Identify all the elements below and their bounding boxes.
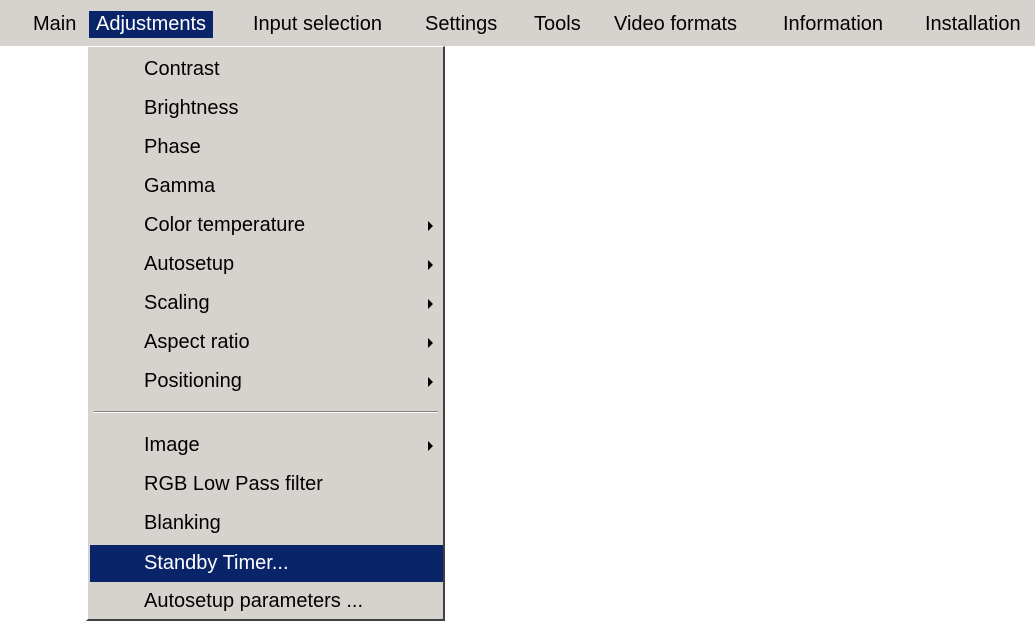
- menu-item-label: Brightness: [144, 97, 239, 119]
- menu-adjustments[interactable]: Adjustments: [89, 11, 214, 38]
- menu-item-label: Autosetup: [144, 253, 235, 275]
- menu-item-label: Gamma: [144, 175, 216, 197]
- submenu-arrow-icon: [428, 221, 433, 231]
- menu-information[interactable]: Information: [776, 11, 890, 38]
- menu-item-positioning[interactable]: Positioning: [90, 364, 443, 398]
- menu-item-label: Autosetup parameters ...: [144, 590, 364, 612]
- menu-item-label: Phase: [144, 136, 201, 158]
- menu-item-label: Blanking: [144, 512, 221, 534]
- menu-main[interactable]: Main: [26, 11, 83, 38]
- menu-item-label: Contrast: [144, 58, 220, 80]
- menu-item-color-temperature[interactable]: Color temperature: [90, 208, 443, 242]
- submenu-arrow-icon: [428, 299, 433, 309]
- menu-item-label: Positioning: [144, 370, 242, 392]
- menu-item-label: Aspect ratio: [144, 331, 250, 353]
- menu-item-gamma[interactable]: Gamma: [90, 169, 443, 203]
- menu-settings[interactable]: Settings: [418, 11, 504, 38]
- menu-item-standby-timer[interactable]: Standby Timer...: [90, 545, 443, 582]
- submenu-arrow-icon: [428, 260, 433, 270]
- menu-bar: Main Adjustments Input selection Setting…: [0, 0, 1035, 46]
- menu-item-autosetup[interactable]: Autosetup: [90, 247, 443, 281]
- menu-item-autosetup-parameters[interactable]: Autosetup parameters ...: [90, 584, 443, 618]
- menu-item-contrast[interactable]: Contrast: [90, 52, 443, 86]
- submenu-arrow-icon: [428, 338, 433, 348]
- menu-item-rgb-low-pass-filter[interactable]: RGB Low Pass filter: [90, 467, 443, 501]
- menu-video-formats[interactable]: Video formats: [607, 11, 744, 38]
- adjustments-dropdown-menu: Contrast Brightness Phase Gamma Color te…: [86, 46, 445, 621]
- menu-installation[interactable]: Installation: [918, 11, 1028, 38]
- menu-item-image[interactable]: Image: [90, 428, 443, 462]
- submenu-arrow-icon: [428, 377, 433, 387]
- menu-item-label: Color temperature: [144, 214, 306, 236]
- menu-tools[interactable]: Tools: [527, 11, 588, 38]
- menu-item-label: Standby Timer...: [144, 552, 289, 574]
- menu-item-blanking[interactable]: Blanking: [90, 506, 443, 540]
- menu-item-aspect-ratio[interactable]: Aspect ratio: [90, 325, 443, 359]
- menu-item-scaling[interactable]: Scaling: [90, 286, 443, 320]
- menu-item-phase[interactable]: Phase: [90, 130, 443, 164]
- menu-item-brightness[interactable]: Brightness: [90, 91, 443, 125]
- menu-item-label: Image: [144, 434, 200, 456]
- menu-separator: [94, 411, 438, 413]
- menu-item-label: RGB Low Pass filter: [144, 473, 323, 495]
- menu-item-label: Scaling: [144, 292, 210, 314]
- submenu-arrow-icon: [428, 441, 433, 451]
- menu-input-selection[interactable]: Input selection: [246, 11, 389, 38]
